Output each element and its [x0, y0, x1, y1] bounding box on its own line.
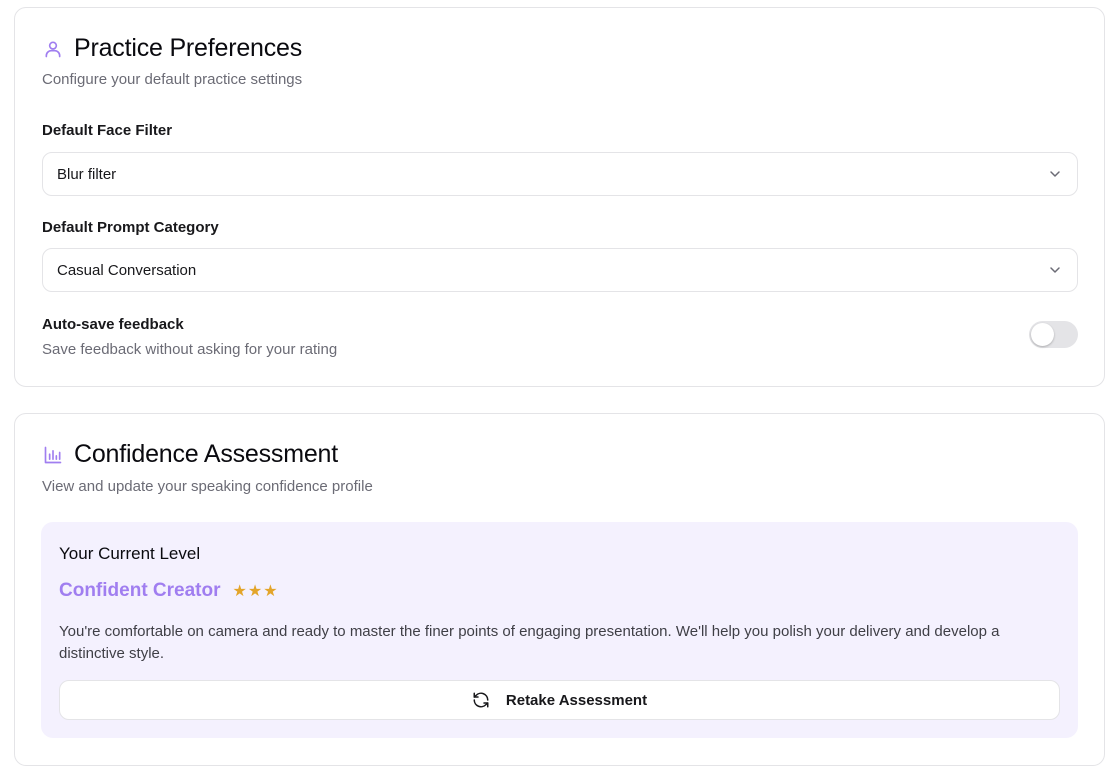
card-subtitle: Configure your default practice settings	[42, 71, 303, 88]
retake-assessment-label: Retake Assessment	[505, 691, 648, 709]
practice-preferences-header: Practice Preferences	[42, 34, 302, 63]
user-icon	[42, 38, 64, 60]
confidence-assessment-header: Confidence Assessment	[42, 440, 338, 469]
practice-preferences-card: Practice Preferences Configure your defa…	[14, 7, 1105, 387]
prompt-category-value: Casual Conversation	[57, 261, 197, 279]
level-name: Confident Creator	[59, 580, 221, 601]
autosave-toggle[interactable]	[1029, 321, 1078, 348]
refresh-icon	[472, 691, 490, 709]
face-filter-label: Default Face Filter	[42, 122, 173, 139]
autosave-description: Save feedback without asking for your ra…	[42, 341, 338, 358]
face-filter-value: Blur filter	[57, 165, 117, 183]
face-filter-select[interactable]: Blur filter	[42, 152, 1078, 196]
card-subtitle: View and update your speaking confidence…	[42, 478, 373, 495]
bar-chart-icon	[42, 444, 64, 466]
level-name-row: Confident Creator ★★★	[59, 580, 279, 602]
retake-assessment-button[interactable]: Retake Assessment	[59, 680, 1060, 720]
prompt-category-label: Default Prompt Category	[42, 219, 219, 236]
page-title: Practice Preferences	[74, 34, 303, 62]
prompt-category-select[interactable]: Casual Conversation	[42, 248, 1078, 292]
current-level-heading: Your Current Level	[59, 544, 201, 563]
chevron-down-icon	[1050, 171, 1060, 177]
current-level-panel: Your Current Level Confident Creator ★★★…	[41, 522, 1078, 738]
toggle-knob	[1031, 323, 1054, 346]
section-title: Confidence Assessment	[74, 440, 339, 468]
level-description: You're comfortable on camera and ready t…	[59, 623, 1000, 662]
star-rating: ★★★	[232, 583, 279, 600]
autosave-label: Auto-save feedback	[42, 316, 184, 333]
confidence-assessment-card: Confidence Assessment View and update yo…	[14, 413, 1105, 766]
chevron-down-icon	[1050, 267, 1060, 273]
